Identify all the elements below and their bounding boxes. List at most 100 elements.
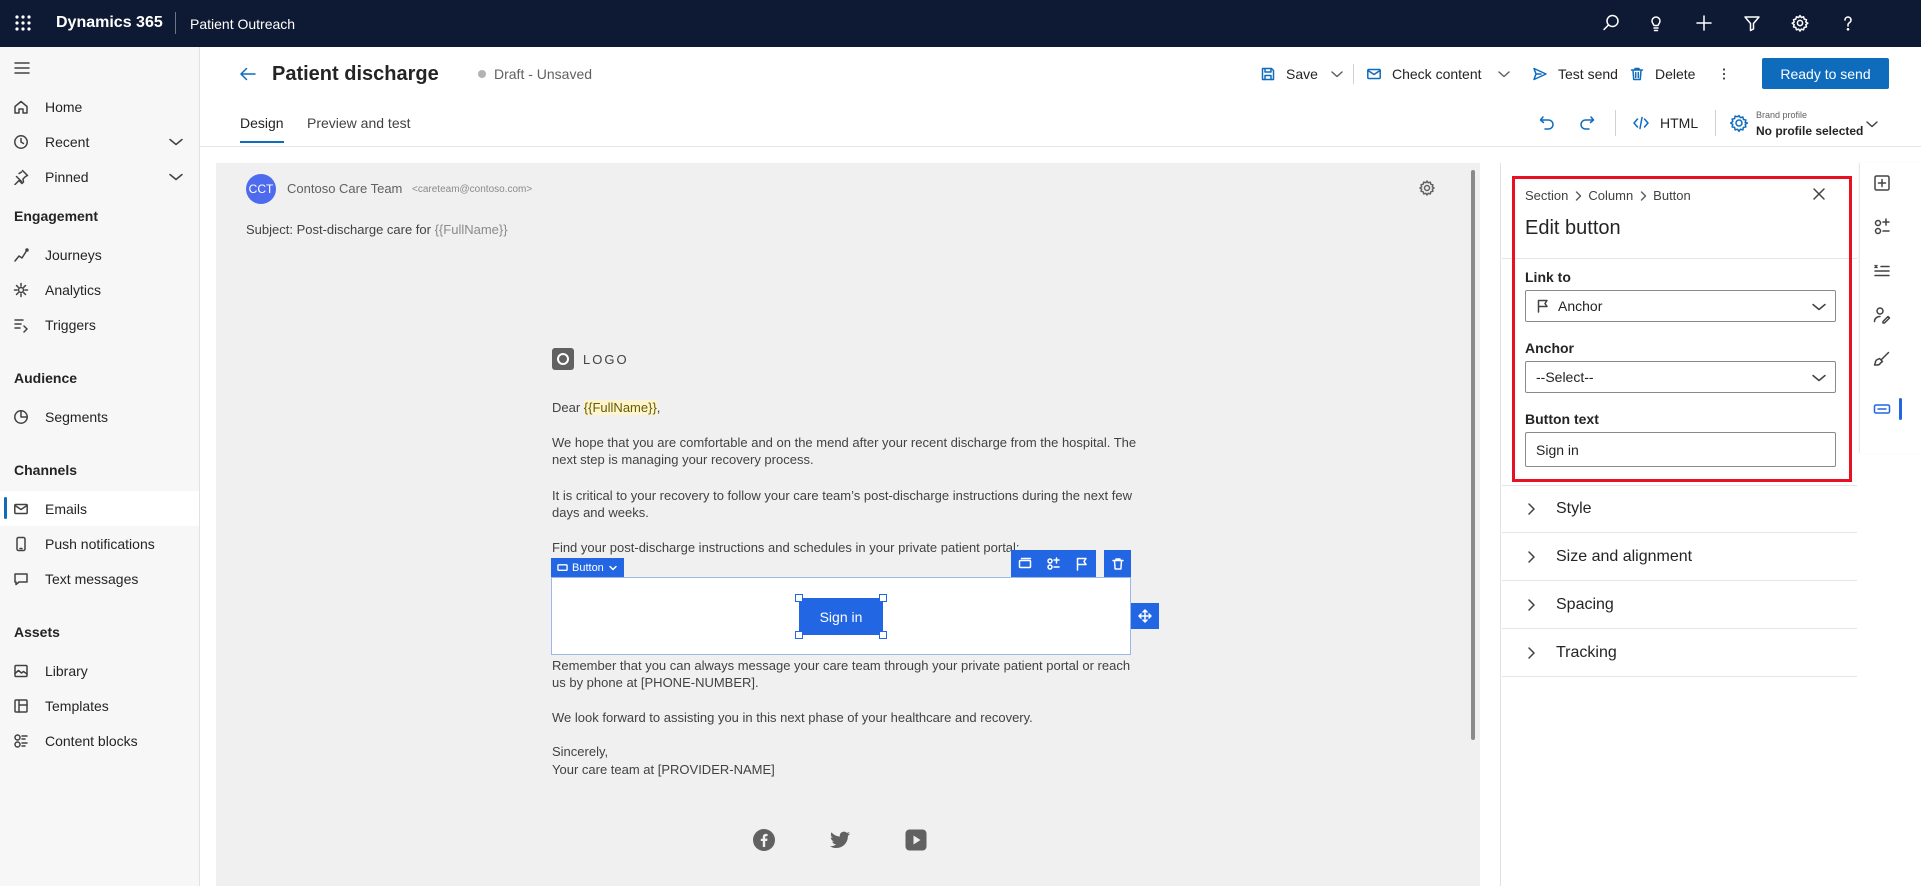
- person-edit-icon[interactable]: [1873, 306, 1891, 324]
- resize-handle[interactable]: [879, 631, 887, 639]
- personalization-icon[interactable]: [1873, 262, 1891, 280]
- resize-handle[interactable]: [795, 631, 803, 639]
- chat-icon: [14, 572, 28, 585]
- twitter-icon[interactable]: [828, 828, 852, 852]
- waffle-icon[interactable]: [14, 14, 32, 32]
- chevron-down-icon[interactable]: [1496, 66, 1512, 82]
- sender-name: Contoso Care Team: [287, 181, 403, 196]
- nav-item-home[interactable]: Home: [0, 89, 199, 124]
- sender-avatar: CCT: [246, 174, 276, 204]
- move-icon: [1138, 609, 1152, 623]
- area-name[interactable]: Patient Outreach: [190, 16, 295, 32]
- section-style[interactable]: Style: [1502, 485, 1857, 533]
- search-icon[interactable]: [1601, 13, 1621, 33]
- flag-icon[interactable]: [1075, 557, 1089, 571]
- content-blocks-icon[interactable]: [1873, 218, 1891, 236]
- highlight-annotation: [1512, 176, 1852, 482]
- section-spacing[interactable]: Spacing: [1502, 581, 1857, 629]
- delete-button[interactable]: Delete: [1629, 62, 1695, 86]
- chevron-down-icon[interactable]: [1864, 116, 1880, 132]
- check-content-button[interactable]: Check content: [1366, 62, 1482, 86]
- nav-item-journeys[interactable]: Journeys: [0, 237, 199, 272]
- section-tracking[interactable]: Tracking: [1502, 629, 1857, 677]
- chevron-right-icon: [1528, 550, 1535, 563]
- signature[interactable]: Your care team at [PROVIDER-NAME]: [552, 761, 1142, 778]
- settings-icon[interactable]: [1418, 179, 1436, 197]
- nav-item-text-messages[interactable]: Text messages: [0, 561, 199, 596]
- chevron-down-icon[interactable]: [1329, 66, 1345, 82]
- nav-label: Content blocks: [45, 732, 138, 749]
- nav-group-audience: Audience: [14, 370, 78, 386]
- paragraph-4[interactable]: Remember that you can always message you…: [552, 657, 1142, 691]
- youtube-icon[interactable]: [904, 828, 928, 852]
- clock-icon: [14, 134, 28, 149]
- check-mail-icon: [1367, 68, 1381, 80]
- add-element-icon[interactable]: [1873, 174, 1891, 192]
- nav-item-library[interactable]: Library: [0, 653, 199, 688]
- closing[interactable]: Sincerely,: [552, 743, 1142, 760]
- facebook-icon[interactable]: [752, 828, 776, 852]
- nav-item-templates[interactable]: Templates: [0, 688, 199, 723]
- filter-icon[interactable]: [1742, 13, 1762, 33]
- divider: [1615, 110, 1616, 136]
- nav-label: Emails: [45, 500, 88, 517]
- email-signin-button[interactable]: Sign in: [799, 598, 883, 635]
- save-as-block-icon[interactable]: [1046, 556, 1061, 571]
- button-properties-icon[interactable]: [1873, 400, 1891, 418]
- html-label: HTML: [1660, 115, 1699, 131]
- chevron-down-icon[interactable]: [168, 134, 184, 150]
- canvas-scrollbar[interactable]: [1471, 170, 1475, 740]
- personalization-token: {{FullName}}: [583, 400, 657, 415]
- tab-design[interactable]: Design: [240, 115, 284, 131]
- paragraph-5[interactable]: We look forward to assisting you in this…: [552, 709, 1142, 726]
- ready-to-send-button[interactable]: Ready to send: [1762, 58, 1889, 89]
- nav-item-segments[interactable]: Segments: [0, 399, 199, 434]
- section-label: Spacing: [1556, 595, 1614, 613]
- section-size-and-alignment[interactable]: Size and alignment: [1502, 533, 1857, 581]
- redo-icon[interactable]: [1578, 114, 1596, 132]
- delete-block-button[interactable]: [1104, 550, 1131, 577]
- trash-icon: [1111, 557, 1124, 570]
- greeting[interactable]: Dear {{FullName}},: [552, 399, 1142, 416]
- brand-profile-label: Brand profile: [1756, 110, 1808, 120]
- resize-handle[interactable]: [879, 594, 887, 602]
- help-icon[interactable]: [1838, 13, 1858, 33]
- nav-item-pinned[interactable]: Pinned: [0, 159, 199, 194]
- nav-item-recent[interactable]: Recent: [0, 124, 199, 159]
- resize-handle[interactable]: [795, 594, 803, 602]
- nav-item-content-blocks[interactable]: Content blocks: [0, 723, 199, 758]
- save-button[interactable]: Save: [1260, 62, 1318, 86]
- nav-item-emails[interactable]: Emails: [0, 491, 199, 526]
- more-options-icon[interactable]: [1716, 66, 1732, 82]
- chevron-down-icon[interactable]: [168, 169, 184, 185]
- code-icon: [1633, 116, 1649, 130]
- save-icon: [1261, 67, 1275, 81]
- undo-icon[interactable]: [1538, 114, 1556, 132]
- paragraph-1[interactable]: We hope that you are comfortable and on …: [552, 434, 1142, 468]
- duplicate-icon[interactable]: [1018, 557, 1032, 571]
- nav-item-push-notifications[interactable]: Push notifications: [0, 526, 199, 561]
- back-arrow-icon[interactable]: [238, 64, 258, 84]
- greeting-text: Dear: [552, 400, 584, 415]
- test-send-button[interactable]: Test send: [1532, 62, 1618, 86]
- divider: [200, 146, 1921, 147]
- nav-label: Push notifications: [45, 535, 155, 552]
- nav-item-triggers[interactable]: Triggers: [0, 307, 199, 342]
- app-name[interactable]: Dynamics 365: [56, 14, 163, 32]
- nav-label: Templates: [45, 697, 109, 714]
- pin-icon: [14, 169, 29, 185]
- nav-item-analytics[interactable]: Analytics: [0, 272, 199, 307]
- move-handle[interactable]: [1131, 603, 1159, 629]
- brand-profile-value[interactable]: No profile selected: [1756, 124, 1863, 138]
- paragraph-2[interactable]: It is critical to your recovery to follo…: [552, 487, 1142, 521]
- hamburger-icon[interactable]: [13, 59, 31, 77]
- lightbulb-icon[interactable]: [1646, 13, 1666, 33]
- tab-preview-and-test[interactable]: Preview and test: [307, 115, 411, 131]
- element-type-tag[interactable]: Button: [551, 558, 624, 577]
- plus-icon[interactable]: [1694, 13, 1714, 33]
- email-subject[interactable]: Subject: Post-discharge care for {{FullN…: [246, 222, 508, 237]
- html-button[interactable]: HTML: [1632, 114, 1698, 132]
- trigger-icon: [14, 318, 28, 333]
- settings-icon[interactable]: [1790, 13, 1810, 33]
- paint-brush-icon[interactable]: [1873, 350, 1891, 368]
